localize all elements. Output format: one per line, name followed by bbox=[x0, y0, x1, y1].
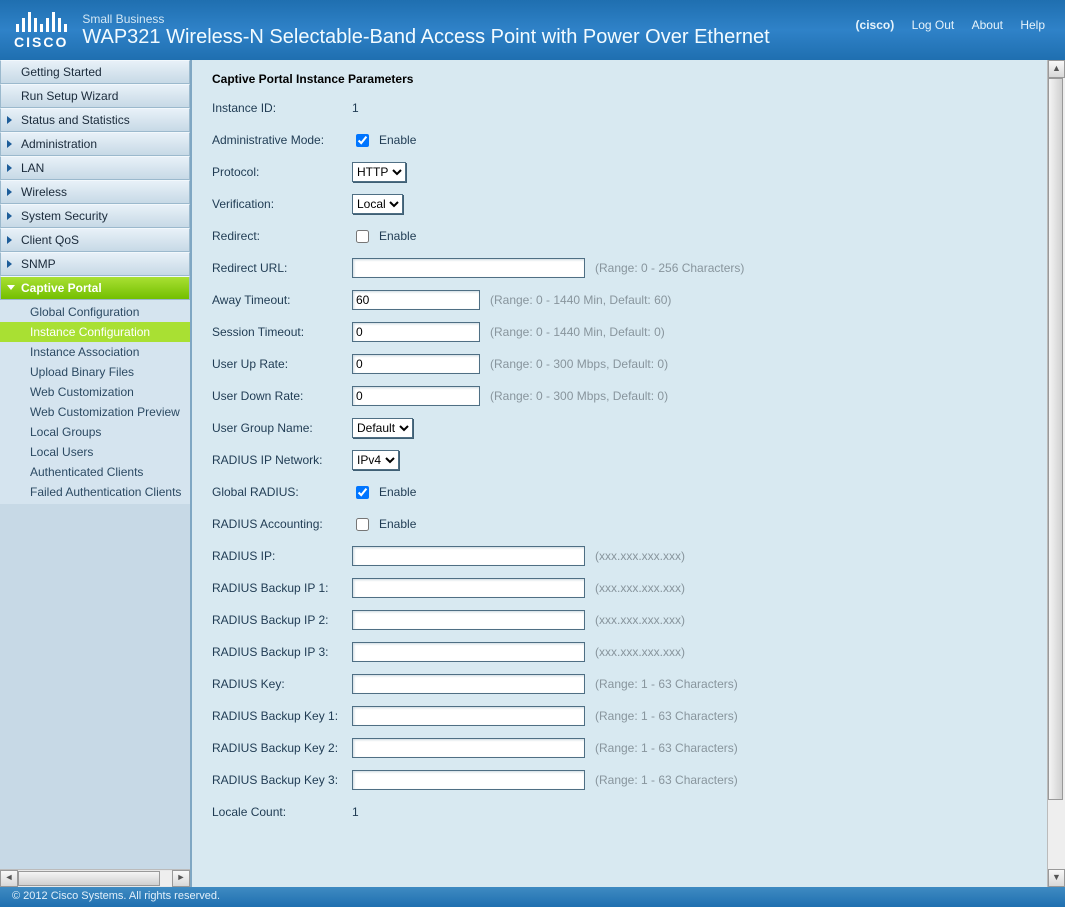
main-scrollbar-vertical[interactable]: ▲ ▼ bbox=[1047, 60, 1065, 887]
radius-key-label: RADIUS Key: bbox=[212, 677, 352, 691]
radius-ipnet-select[interactable]: IPv4 bbox=[352, 450, 399, 470]
session-timeout-label: Session Timeout: bbox=[212, 325, 352, 339]
uprate-label: User Up Rate: bbox=[212, 357, 352, 371]
cisco-bars-icon bbox=[16, 10, 67, 32]
sub-item-instance-association[interactable]: Instance Association bbox=[0, 342, 190, 362]
global-radius-label: Global RADIUS: bbox=[212, 485, 352, 499]
nav-item-administration[interactable]: Administration bbox=[0, 132, 190, 156]
session-timeout-input[interactable] bbox=[352, 322, 480, 342]
sub-item-upload-binary-files[interactable]: Upload Binary Files bbox=[0, 362, 190, 382]
enable-text: Enable bbox=[379, 133, 416, 147]
scroll-left-button[interactable]: ◄ bbox=[0, 870, 18, 887]
instance-id-label: Instance ID: bbox=[212, 101, 352, 115]
nav-item-lan[interactable]: LAN bbox=[0, 156, 190, 180]
uprate-input[interactable] bbox=[352, 354, 480, 374]
nav-item-system-security[interactable]: System Security bbox=[0, 204, 190, 228]
header-bar: CISCO Small Business WAP321 Wireless-N S… bbox=[0, 0, 1065, 60]
nav-item-snmp[interactable]: SNMP bbox=[0, 252, 190, 276]
nav-item-status-and-statistics[interactable]: Status and Statistics bbox=[0, 108, 190, 132]
help-link[interactable]: Help bbox=[1020, 18, 1045, 32]
radius-bip3-input[interactable] bbox=[352, 642, 585, 662]
page-title: Captive Portal Instance Parameters bbox=[212, 72, 1027, 86]
downrate-hint: (Range: 0 - 300 Mbps, Default: 0) bbox=[490, 389, 668, 403]
header-links: (cisco) Log Out About Help bbox=[842, 18, 1045, 32]
redirect-url-hint: (Range: 0 - 256 Characters) bbox=[595, 261, 744, 275]
radius-acct-label: RADIUS Accounting: bbox=[212, 517, 352, 531]
sub-item-web-customization-preview[interactable]: Web Customization Preview bbox=[0, 402, 190, 422]
radius-bip2-input[interactable] bbox=[352, 610, 585, 630]
group-select[interactable]: Default bbox=[352, 418, 413, 438]
radius-ip-input[interactable] bbox=[352, 546, 585, 566]
cisco-logo: CISCO bbox=[14, 10, 68, 50]
protocol-select[interactable]: HTTP bbox=[352, 162, 406, 182]
main-content: Captive Portal Instance Parameters Insta… bbox=[192, 60, 1047, 887]
sub-item-authenticated-clients[interactable]: Authenticated Clients bbox=[0, 462, 190, 482]
radius-bip1-label: RADIUS Backup IP 1: bbox=[212, 581, 352, 595]
footer: © 2012 Cisco Systems. All rights reserve… bbox=[0, 887, 1065, 907]
sub-item-failed-authentication-clients[interactable]: Failed Authentication Clients bbox=[0, 482, 190, 502]
nav-item-getting-started[interactable]: Getting Started bbox=[0, 60, 190, 84]
radius-bk3-label: RADIUS Backup Key 3: bbox=[212, 773, 352, 787]
uprate-hint: (Range: 0 - 300 Mbps, Default: 0) bbox=[490, 357, 668, 371]
radius-bk2-input[interactable] bbox=[352, 738, 585, 758]
radius-bip1-input[interactable] bbox=[352, 578, 585, 598]
scroll-thumb-horizontal[interactable] bbox=[18, 871, 160, 886]
scroll-down-button[interactable]: ▼ bbox=[1048, 869, 1065, 887]
radius-acct-checkbox[interactable] bbox=[356, 518, 369, 531]
scroll-thumb-vertical[interactable] bbox=[1048, 78, 1063, 800]
sub-item-web-customization[interactable]: Web Customization bbox=[0, 382, 190, 402]
redirect-label: Redirect: bbox=[212, 229, 352, 243]
radius-key-input[interactable] bbox=[352, 674, 585, 694]
away-timeout-input[interactable] bbox=[352, 290, 480, 310]
nav-item-client-qos[interactable]: Client QoS bbox=[0, 228, 190, 252]
radius-ip-hint: (xxx.xxx.xxx.xxx) bbox=[595, 549, 685, 563]
away-hint: (Range: 0 - 1440 Min, Default: 60) bbox=[490, 293, 671, 307]
cisco-word: CISCO bbox=[14, 34, 68, 50]
radius-ipnet-label: RADIUS IP Network: bbox=[212, 453, 352, 467]
admin-mode-label: Administrative Mode: bbox=[212, 133, 352, 147]
small-business-label: Small Business bbox=[82, 12, 769, 26]
sub-item-global-configuration[interactable]: Global Configuration bbox=[0, 302, 190, 322]
sidebar: Getting StartedRun Setup WizardStatus an… bbox=[0, 60, 192, 887]
redirect-checkbox[interactable] bbox=[356, 230, 369, 243]
radius-bk2-label: RADIUS Backup Key 2: bbox=[212, 741, 352, 755]
logout-link[interactable]: Log Out bbox=[912, 18, 955, 32]
nav-item-wireless[interactable]: Wireless bbox=[0, 180, 190, 204]
scroll-right-button[interactable]: ► bbox=[172, 870, 190, 887]
protocol-label: Protocol: bbox=[212, 165, 352, 179]
sub-item-local-groups[interactable]: Local Groups bbox=[0, 422, 190, 442]
header-text: Small Business WAP321 Wireless-N Selecta… bbox=[82, 12, 769, 49]
nav-item-captive-portal[interactable]: Captive Portal bbox=[0, 276, 190, 300]
sub-item-local-users[interactable]: Local Users bbox=[0, 442, 190, 462]
redirect-url-label: Redirect URL: bbox=[212, 261, 352, 275]
radius-bip2-label: RADIUS Backup IP 2: bbox=[212, 613, 352, 627]
group-label: User Group Name: bbox=[212, 421, 352, 435]
radius-bk1-input[interactable] bbox=[352, 706, 585, 726]
about-link[interactable]: About bbox=[972, 18, 1003, 32]
nav-item-run-setup-wizard[interactable]: Run Setup Wizard bbox=[0, 84, 190, 108]
user-label: (cisco) bbox=[856, 18, 895, 32]
verification-select[interactable]: Local bbox=[352, 194, 403, 214]
radius-bip3-label: RADIUS Backup IP 3: bbox=[212, 645, 352, 659]
redirect-url-input[interactable] bbox=[352, 258, 585, 278]
radius-ip-label: RADIUS IP: bbox=[212, 549, 352, 563]
away-timeout-label: Away Timeout: bbox=[212, 293, 352, 307]
downrate-input[interactable] bbox=[352, 386, 480, 406]
radius-bk1-label: RADIUS Backup Key 1: bbox=[212, 709, 352, 723]
verification-label: Verification: bbox=[212, 197, 352, 211]
locale-label: Locale Count: bbox=[212, 805, 352, 819]
locale-value: 1 bbox=[352, 805, 359, 819]
product-title: WAP321 Wireless-N Selectable-Band Access… bbox=[82, 26, 769, 49]
sub-item-instance-configuration[interactable]: Instance Configuration bbox=[0, 322, 190, 342]
session-hint: (Range: 0 - 1440 Min, Default: 0) bbox=[490, 325, 665, 339]
admin-mode-checkbox[interactable] bbox=[356, 134, 369, 147]
sub-nav: Global ConfigurationInstance Configurati… bbox=[0, 300, 190, 504]
scroll-up-button[interactable]: ▲ bbox=[1048, 60, 1065, 78]
sidebar-scrollbar-horizontal[interactable]: ◄ ► bbox=[0, 869, 190, 887]
instance-id-value: 1 bbox=[352, 101, 359, 115]
radius-bk3-input[interactable] bbox=[352, 770, 585, 790]
downrate-label: User Down Rate: bbox=[212, 389, 352, 403]
global-radius-checkbox[interactable] bbox=[356, 486, 369, 499]
